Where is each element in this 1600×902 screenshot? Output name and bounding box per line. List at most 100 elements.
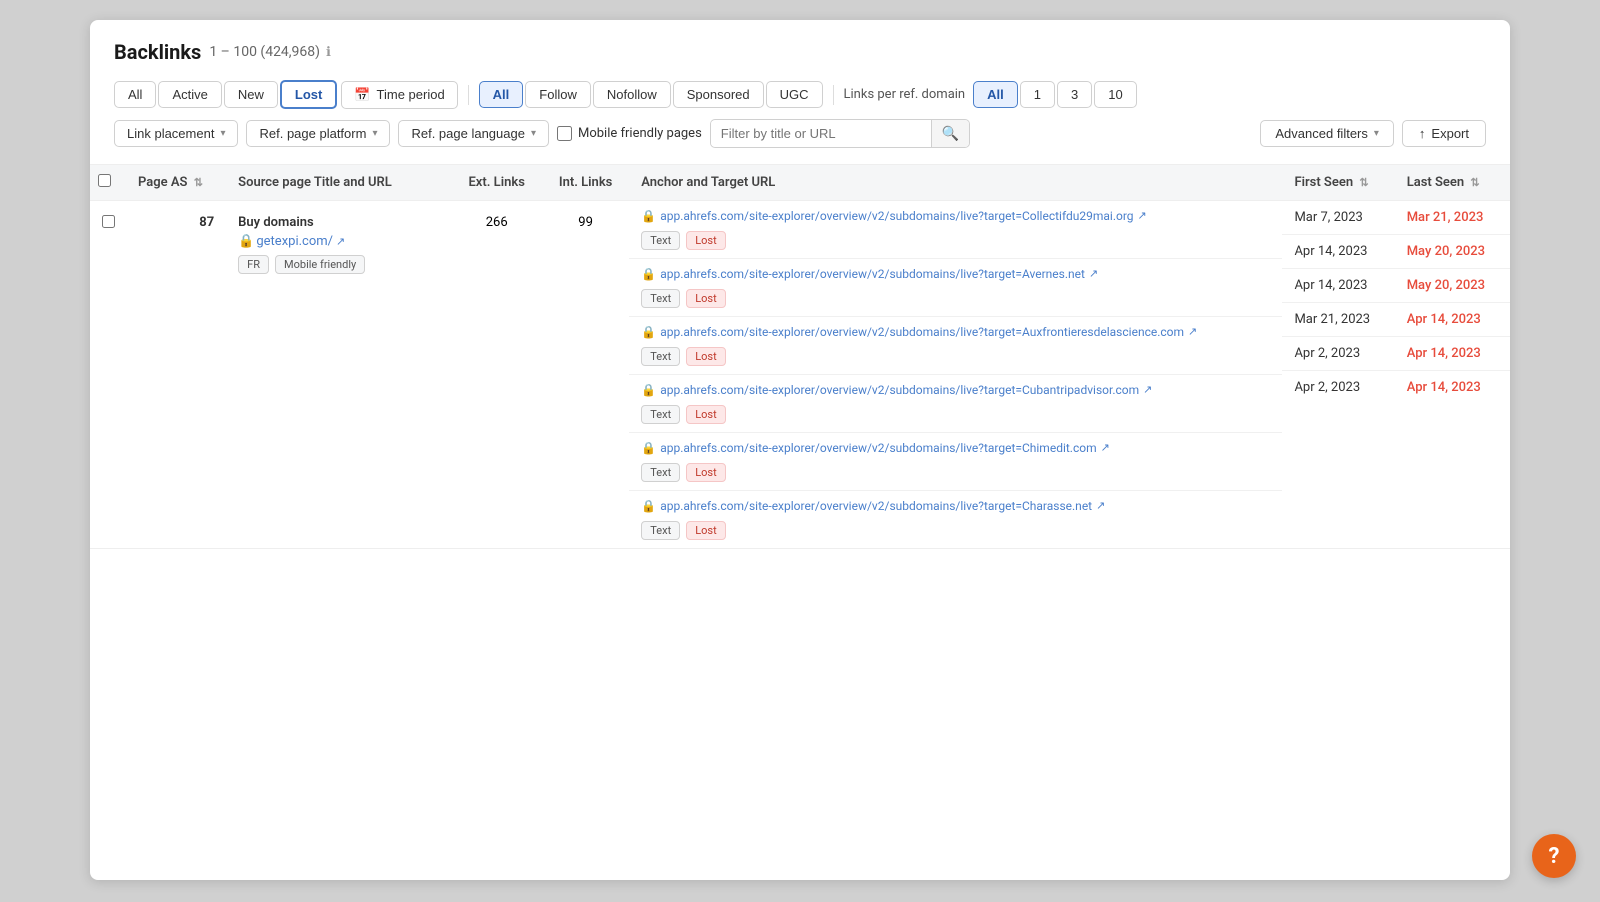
filter-all-type[interactable]: All bbox=[479, 81, 524, 108]
anchor-entry: 🔒app.ahrefs.com/site-explorer/overview/v… bbox=[629, 201, 1282, 259]
row-checkbox[interactable] bbox=[102, 215, 115, 228]
anchor-entry: 🔒 app.ahrefs.com/site-explorer/overview/v… bbox=[629, 317, 1282, 375]
select-all-header bbox=[90, 165, 126, 201]
sort-icon-last-seen: ⇅ bbox=[1470, 176, 1479, 189]
chevron-down-icon-3: ▾ bbox=[531, 128, 536, 139]
ext-links-header: Ext. Links bbox=[451, 165, 542, 201]
badge-text: Text bbox=[641, 289, 680, 308]
divider-2 bbox=[833, 85, 834, 105]
anchor-url-link[interactable]: app.ahrefs.com/site-explorer/overview/v2… bbox=[660, 209, 1133, 223]
int-links-cell: 99 bbox=[542, 201, 629, 549]
ref-page-platform-dropdown[interactable]: Ref. page platform ▾ bbox=[246, 120, 390, 147]
advanced-filters-button[interactable]: Advanced filters ▾ bbox=[1260, 120, 1394, 147]
filter-active[interactable]: Active bbox=[158, 81, 221, 108]
anchor-lock-icon: 🔒 bbox=[641, 383, 656, 397]
search-box: 🔍 bbox=[710, 119, 970, 148]
links-per-10[interactable]: 10 bbox=[1094, 81, 1136, 108]
source-tag: Mobile friendly bbox=[275, 255, 365, 274]
anchor-url-link[interactable]: app.ahrefs.com/site-explorer/overview/v2… bbox=[660, 383, 1139, 397]
anchor-lock-icon: 🔒 bbox=[641, 325, 656, 339]
source-tags: FRMobile friendly bbox=[238, 255, 439, 274]
source-title: Buy domains bbox=[238, 215, 439, 230]
export-label: Export bbox=[1431, 126, 1469, 141]
anchor-entry: 🔒 app.ahrefs.com/site-explorer/overview/v… bbox=[629, 375, 1282, 433]
anchor-url-link[interactable]: app.ahrefs.com/site-explorer/overview/v2… bbox=[660, 441, 1096, 455]
anchor-url-link[interactable]: app.ahrefs.com/site-explorer/overview/v2… bbox=[660, 325, 1184, 339]
filter-new[interactable]: New bbox=[224, 81, 278, 108]
last-seen-cell: Mar 21, 2023May 20, 2023May 20, 2023Apr … bbox=[1395, 201, 1510, 549]
anchor-ext-icon: ↗ bbox=[1096, 499, 1105, 512]
filter-follow[interactable]: Follow bbox=[525, 81, 591, 108]
anchor-lock-icon: 🔒 bbox=[641, 441, 656, 455]
last-seen-entry: May 20, 2023 bbox=[1395, 235, 1510, 269]
page-as-header[interactable]: Page AS ⇅ bbox=[126, 165, 226, 201]
backlinks-table: Page AS ⇅ Source page Title and URL Ext.… bbox=[90, 164, 1510, 549]
ref-page-platform-label: Ref. page platform bbox=[259, 126, 366, 141]
links-per-domain-group: All 1 3 10 bbox=[973, 81, 1137, 108]
last-seen-entry: Apr 14, 2023 bbox=[1395, 371, 1510, 404]
mobile-friendly-checkbox[interactable] bbox=[557, 126, 572, 141]
last-seen-header[interactable]: Last Seen ⇅ bbox=[1395, 165, 1510, 201]
badge-lost: Lost bbox=[686, 405, 725, 424]
badge-lost: Lost bbox=[686, 231, 725, 250]
time-period-dropdown[interactable]: 📅 Time period bbox=[341, 81, 457, 109]
anchor-badges: TextLost bbox=[641, 289, 1270, 308]
first-seen-header[interactable]: First Seen ⇅ bbox=[1282, 165, 1394, 201]
link-type-filter-group: All Follow Nofollow Sponsored UGC bbox=[479, 81, 823, 108]
badge-text: Text bbox=[641, 231, 680, 250]
link-placement-label: Link placement bbox=[127, 126, 214, 141]
links-per-all[interactable]: All bbox=[973, 81, 1018, 108]
link-placement-dropdown[interactable]: Link placement ▾ bbox=[114, 120, 238, 147]
anchor-target-header: Anchor and Target URL bbox=[629, 165, 1282, 201]
first-seen-entry: Mar 7, 2023 bbox=[1282, 201, 1394, 235]
filter-sponsored[interactable]: Sponsored bbox=[673, 81, 764, 108]
last-seen-entry: Apr 14, 2023 bbox=[1395, 303, 1510, 337]
links-per-3[interactable]: 3 bbox=[1057, 81, 1092, 108]
anchor-entry: 🔒app.ahrefs.com/site-explorer/overview/v… bbox=[629, 491, 1282, 548]
right-actions: Advanced filters ▾ ↑ Export bbox=[1260, 120, 1486, 147]
calendar-icon: 📅 bbox=[354, 87, 370, 103]
page-as-cell: 87 bbox=[126, 201, 226, 549]
divider bbox=[468, 85, 469, 105]
badge-lost: Lost bbox=[686, 347, 725, 366]
anchor-url-link[interactable]: app.ahrefs.com/site-explorer/overview/v2… bbox=[660, 267, 1085, 281]
mobile-friendly-label: Mobile friendly pages bbox=[578, 126, 702, 141]
help-button[interactable]: ? bbox=[1532, 834, 1576, 878]
links-per-1[interactable]: 1 bbox=[1020, 81, 1055, 108]
badge-text: Text bbox=[641, 521, 680, 540]
first-seen-entry: Mar 21, 2023 bbox=[1282, 303, 1394, 337]
badge-lost: Lost bbox=[686, 521, 725, 540]
first-seen-entry: Apr 2, 2023 bbox=[1282, 371, 1394, 404]
time-period-label: Time period bbox=[377, 87, 445, 102]
last-seen-entry: May 20, 2023 bbox=[1395, 269, 1510, 303]
search-button[interactable]: 🔍 bbox=[931, 120, 969, 147]
badge-lost: Lost bbox=[686, 463, 725, 482]
badge-text: Text bbox=[641, 405, 680, 424]
anchor-entry: 🔒app.ahrefs.com/site-explorer/overview/v… bbox=[629, 259, 1282, 317]
mobile-friendly-filter[interactable]: Mobile friendly pages bbox=[557, 126, 702, 141]
chevron-down-icon-4: ▾ bbox=[1374, 128, 1379, 139]
select-all-checkbox[interactable] bbox=[98, 174, 111, 187]
source-page-header: Source page Title and URL bbox=[226, 165, 451, 201]
ref-page-language-label: Ref. page language bbox=[411, 126, 524, 141]
anchor-entry: 🔒 app.ahrefs.com/site-explorer/overview/v… bbox=[629, 433, 1282, 491]
filter-ugc[interactable]: UGC bbox=[766, 81, 823, 108]
ext-links-cell: 266 bbox=[451, 201, 542, 549]
filter-all-status[interactable]: All bbox=[114, 81, 156, 108]
ref-page-language-dropdown[interactable]: Ref. page language ▾ bbox=[398, 120, 549, 147]
first-seen-cell: Mar 7, 2023Apr 14, 2023Apr 14, 2023Mar 2… bbox=[1282, 201, 1394, 549]
source-url-link[interactable]: getexpi.com/ bbox=[256, 234, 333, 249]
filter-lost[interactable]: Lost bbox=[280, 80, 337, 109]
anchor-badges: Text Lost bbox=[641, 405, 1270, 424]
filter-nofollow[interactable]: Nofollow bbox=[593, 81, 671, 108]
export-button[interactable]: ↑ Export bbox=[1402, 120, 1486, 147]
ext-link-icon: ↗ bbox=[336, 235, 345, 248]
anchor-url-link[interactable]: app.ahrefs.com/site-explorer/overview/v2… bbox=[660, 499, 1092, 513]
sort-icon-first-seen: ⇅ bbox=[1359, 176, 1368, 189]
search-input[interactable] bbox=[711, 121, 931, 146]
anchor-badges: Text Lost bbox=[641, 521, 1270, 540]
anchor-badges: Text Lost bbox=[641, 463, 1270, 482]
first-seen-entry: Apr 14, 2023 bbox=[1282, 269, 1394, 303]
badge-text: Text bbox=[641, 463, 680, 482]
last-seen-entry: Apr 14, 2023 bbox=[1395, 337, 1510, 371]
